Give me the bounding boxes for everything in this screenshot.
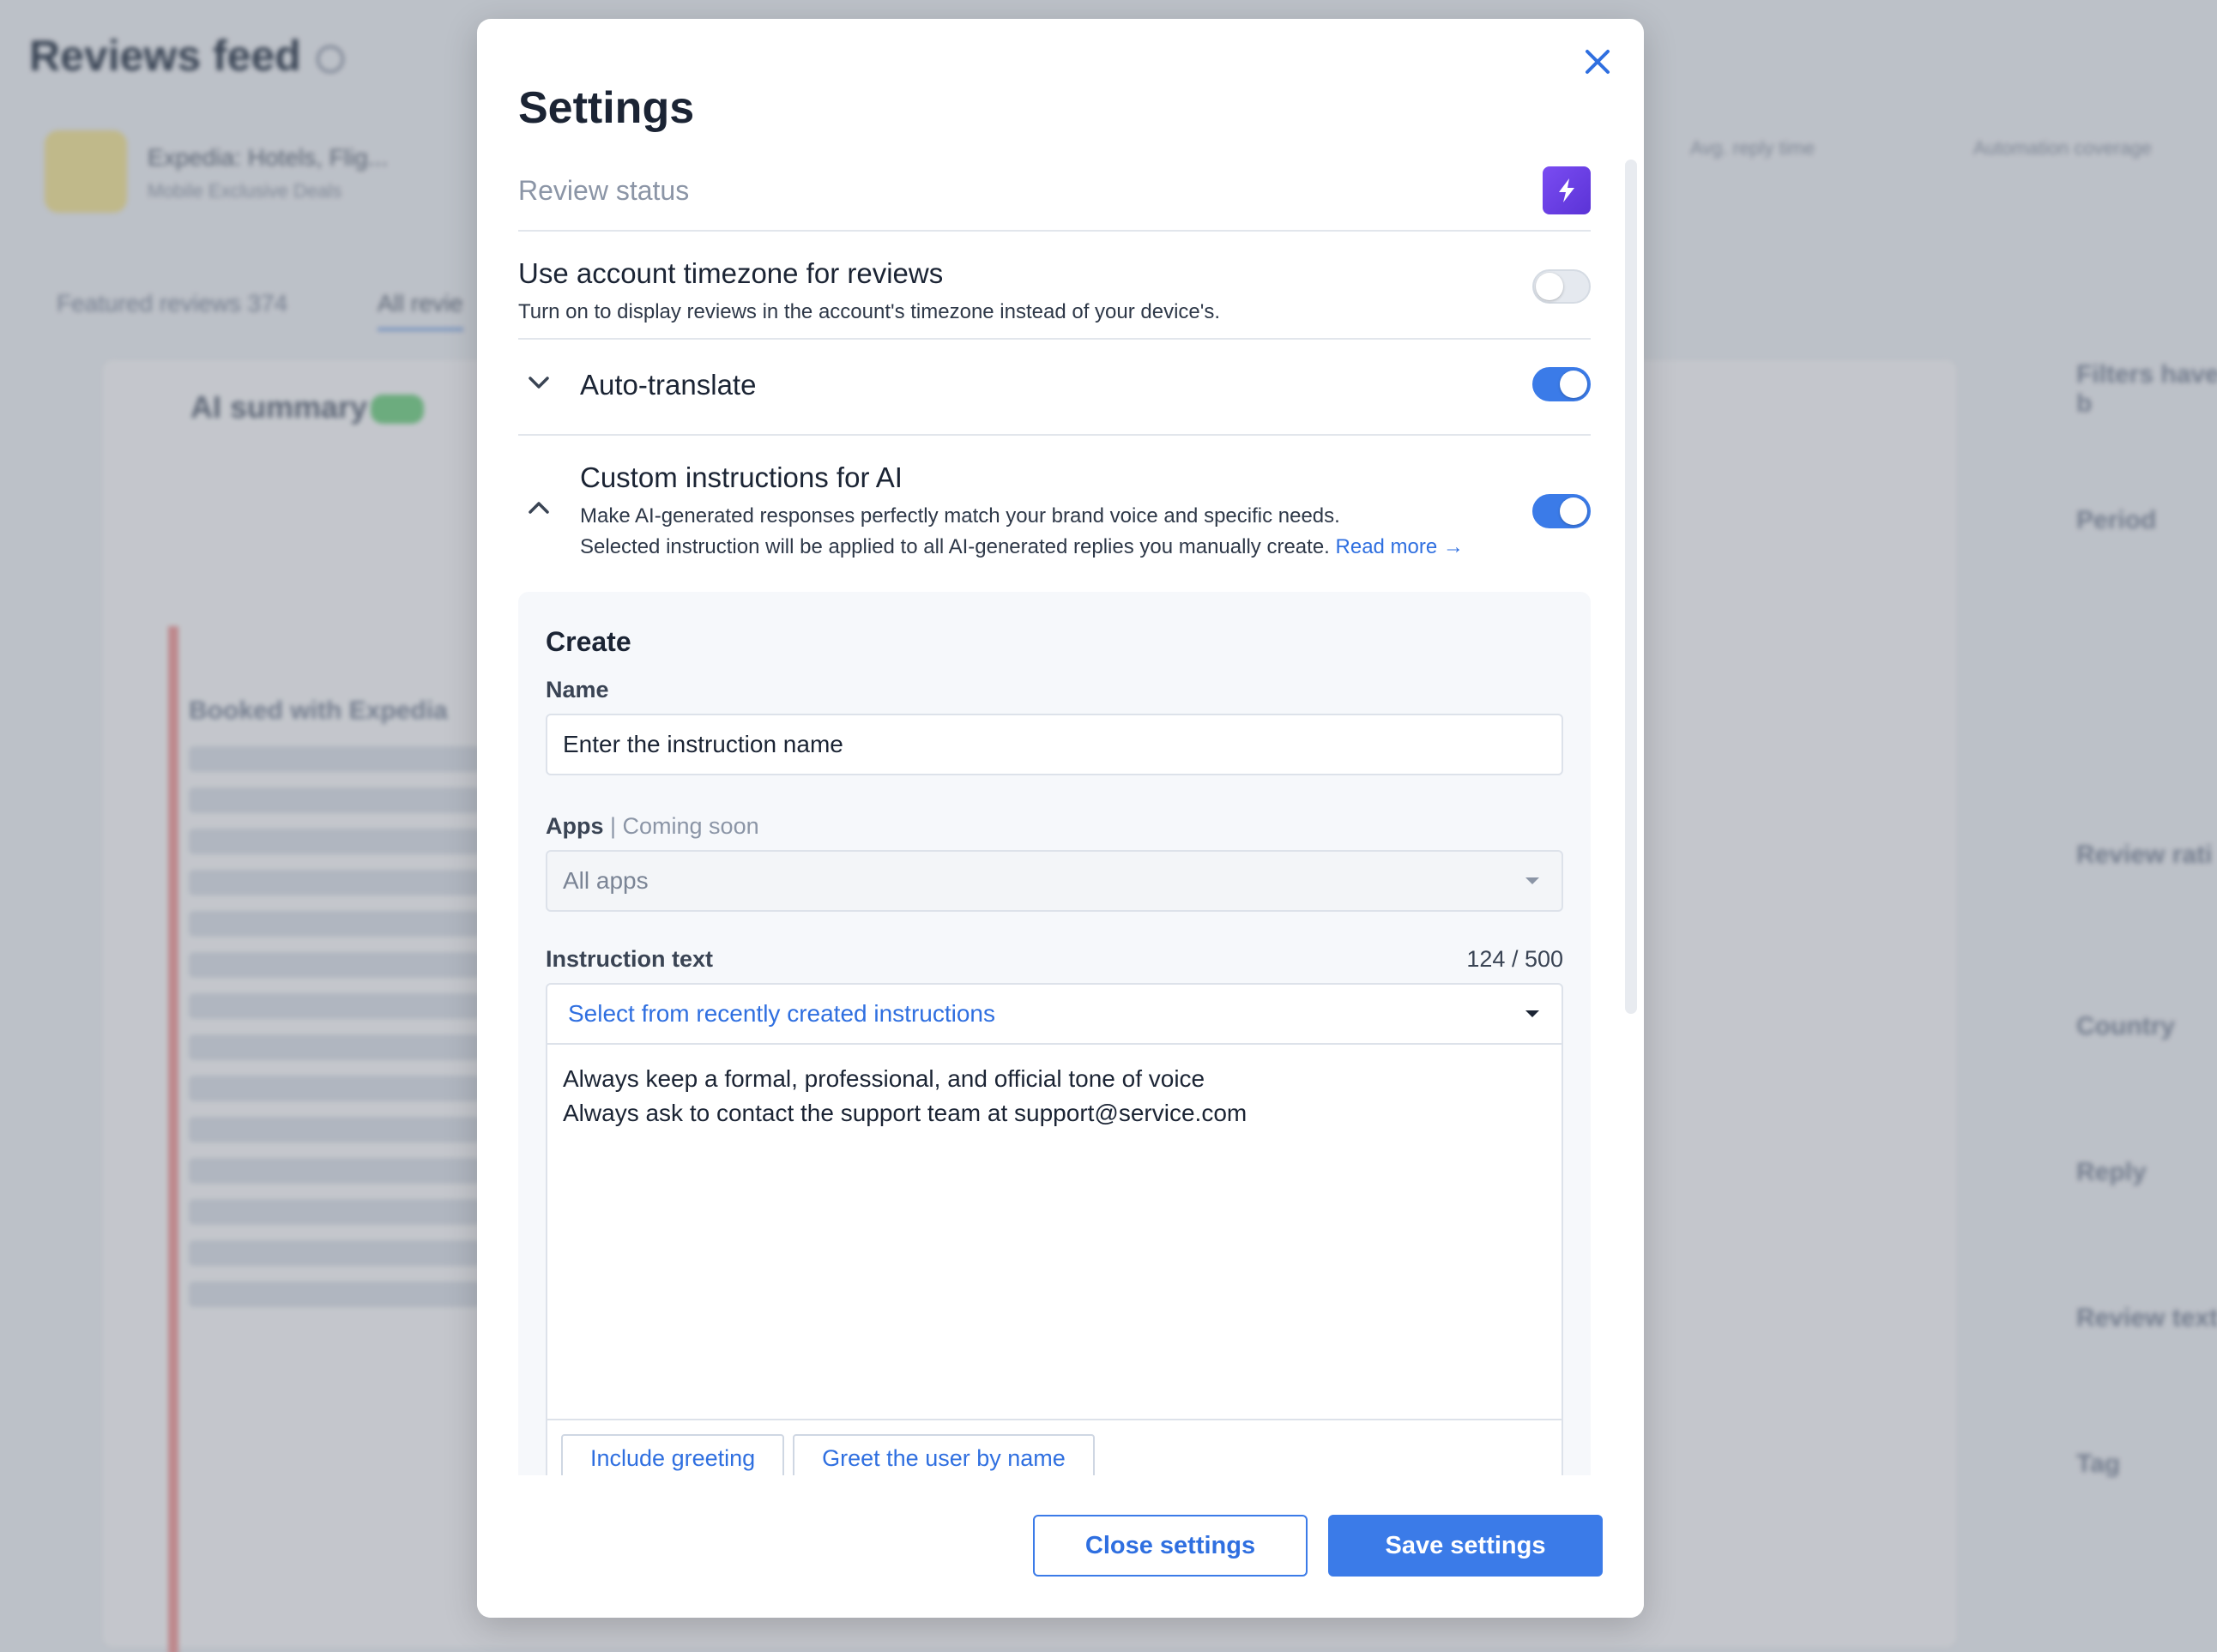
name-label: Name bbox=[546, 677, 609, 702]
custom-instructions-note: Selected instruction will be applied to … bbox=[580, 535, 1464, 558]
caret-down-icon bbox=[1525, 1010, 1539, 1017]
instruction-text-header: Instruction text 124 / 500 bbox=[546, 946, 1563, 973]
save-settings-button[interactable]: Save settings bbox=[1328, 1515, 1603, 1577]
lightning-icon[interactable] bbox=[1543, 166, 1591, 214]
recent-instructions-select[interactable]: Select from recently created instruction… bbox=[547, 985, 1562, 1045]
timezone-description: Turn on to display reviews in the accoun… bbox=[518, 300, 1221, 323]
chevron-up-icon[interactable] bbox=[525, 494, 553, 526]
review-status-row: Review status bbox=[518, 156, 1591, 232]
custom-instructions-row: Custom instructions for AI Make AI-gener… bbox=[518, 436, 1591, 592]
instruction-text-label: Instruction text bbox=[546, 946, 714, 972]
review-status-label: Review status bbox=[518, 175, 690, 206]
scrollbar[interactable] bbox=[1625, 160, 1637, 1014]
custom-instructions-description: Make AI-generated responses perfectly ma… bbox=[580, 504, 1340, 528]
apps-label: Apps | Coming soon bbox=[546, 813, 759, 839]
create-instruction-panel: Create Name Enter the instruction name A… bbox=[518, 592, 1591, 1492]
chevron-down-icon[interactable] bbox=[525, 369, 553, 401]
toggle-knob bbox=[1560, 497, 1587, 525]
timezone-toggle[interactable] bbox=[1532, 269, 1591, 304]
instruction-name-input[interactable]: Enter the instruction name bbox=[546, 714, 1563, 775]
create-heading: Create bbox=[546, 626, 631, 657]
settings-scroll-area: Review status Use account timezone for r… bbox=[518, 156, 1591, 1492]
settings-modal: Settings Review status Use account timez… bbox=[477, 19, 1644, 1618]
modal-footer: Close settings Save settings bbox=[477, 1475, 1644, 1618]
timezone-row: Use account timezone for reviews Turn on… bbox=[518, 232, 1591, 340]
auto-translate-row: Auto-translate bbox=[518, 340, 1591, 436]
close-icon[interactable] bbox=[1572, 36, 1623, 87]
timezone-title: Use account timezone for reviews bbox=[518, 257, 944, 289]
apps-select: All apps bbox=[546, 850, 1563, 912]
toggle-knob bbox=[1536, 273, 1563, 300]
custom-instructions-title: Custom instructions for AI bbox=[580, 461, 903, 493]
character-counter: 124 / 500 bbox=[1466, 946, 1563, 972]
close-settings-button[interactable]: Close settings bbox=[1033, 1515, 1308, 1577]
toggle-knob bbox=[1560, 371, 1587, 398]
auto-translate-title: Auto-translate bbox=[580, 369, 757, 401]
instruction-textarea[interactable]: Always keep a formal, professional, and … bbox=[547, 1045, 1562, 1420]
modal-title: Settings bbox=[518, 83, 695, 133]
instruction-line: Always ask to contact the support team a… bbox=[563, 1100, 1247, 1126]
read-more-link[interactable]: Read more → bbox=[1336, 535, 1464, 558]
instruction-line: Always keep a formal, professional, and … bbox=[563, 1065, 1205, 1092]
instruction-editor: Select from recently created instruction… bbox=[546, 983, 1563, 1492]
auto-translate-toggle[interactable] bbox=[1532, 367, 1591, 401]
caret-down-icon bbox=[1525, 877, 1539, 884]
custom-instructions-toggle[interactable] bbox=[1532, 494, 1591, 528]
